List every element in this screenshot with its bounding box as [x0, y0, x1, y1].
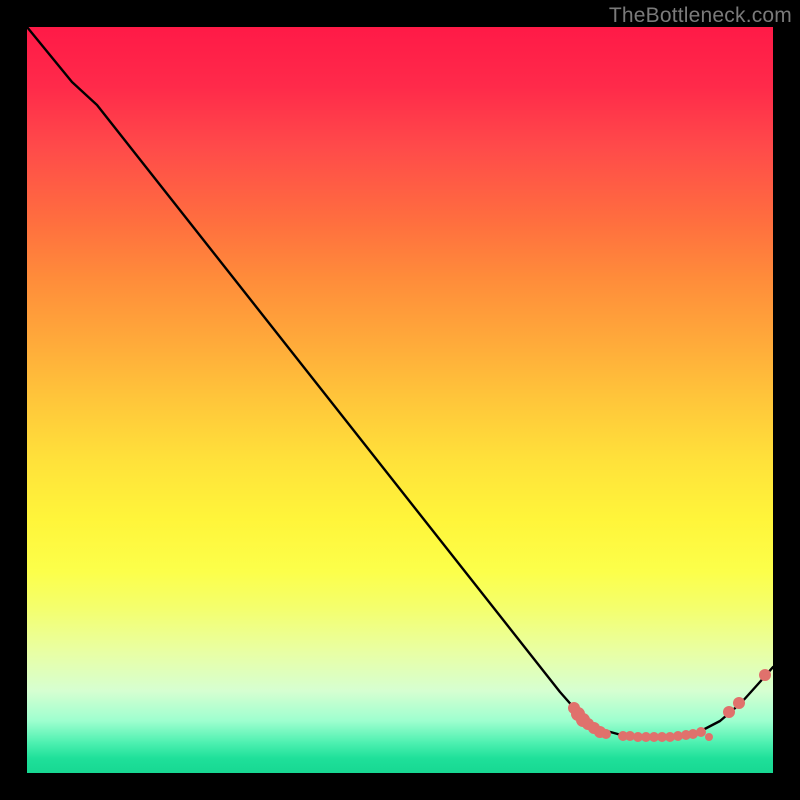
watermark-text: TheBottleneck.com	[609, 4, 792, 28]
data-marker	[601, 729, 611, 739]
plot-area	[27, 27, 773, 773]
chart-stage: TheBottleneck.com	[0, 0, 800, 800]
bottleneck-curve	[27, 27, 773, 773]
data-marker	[705, 733, 713, 741]
data-marker	[733, 697, 745, 709]
data-marker	[759, 669, 771, 681]
data-marker	[723, 706, 735, 718]
